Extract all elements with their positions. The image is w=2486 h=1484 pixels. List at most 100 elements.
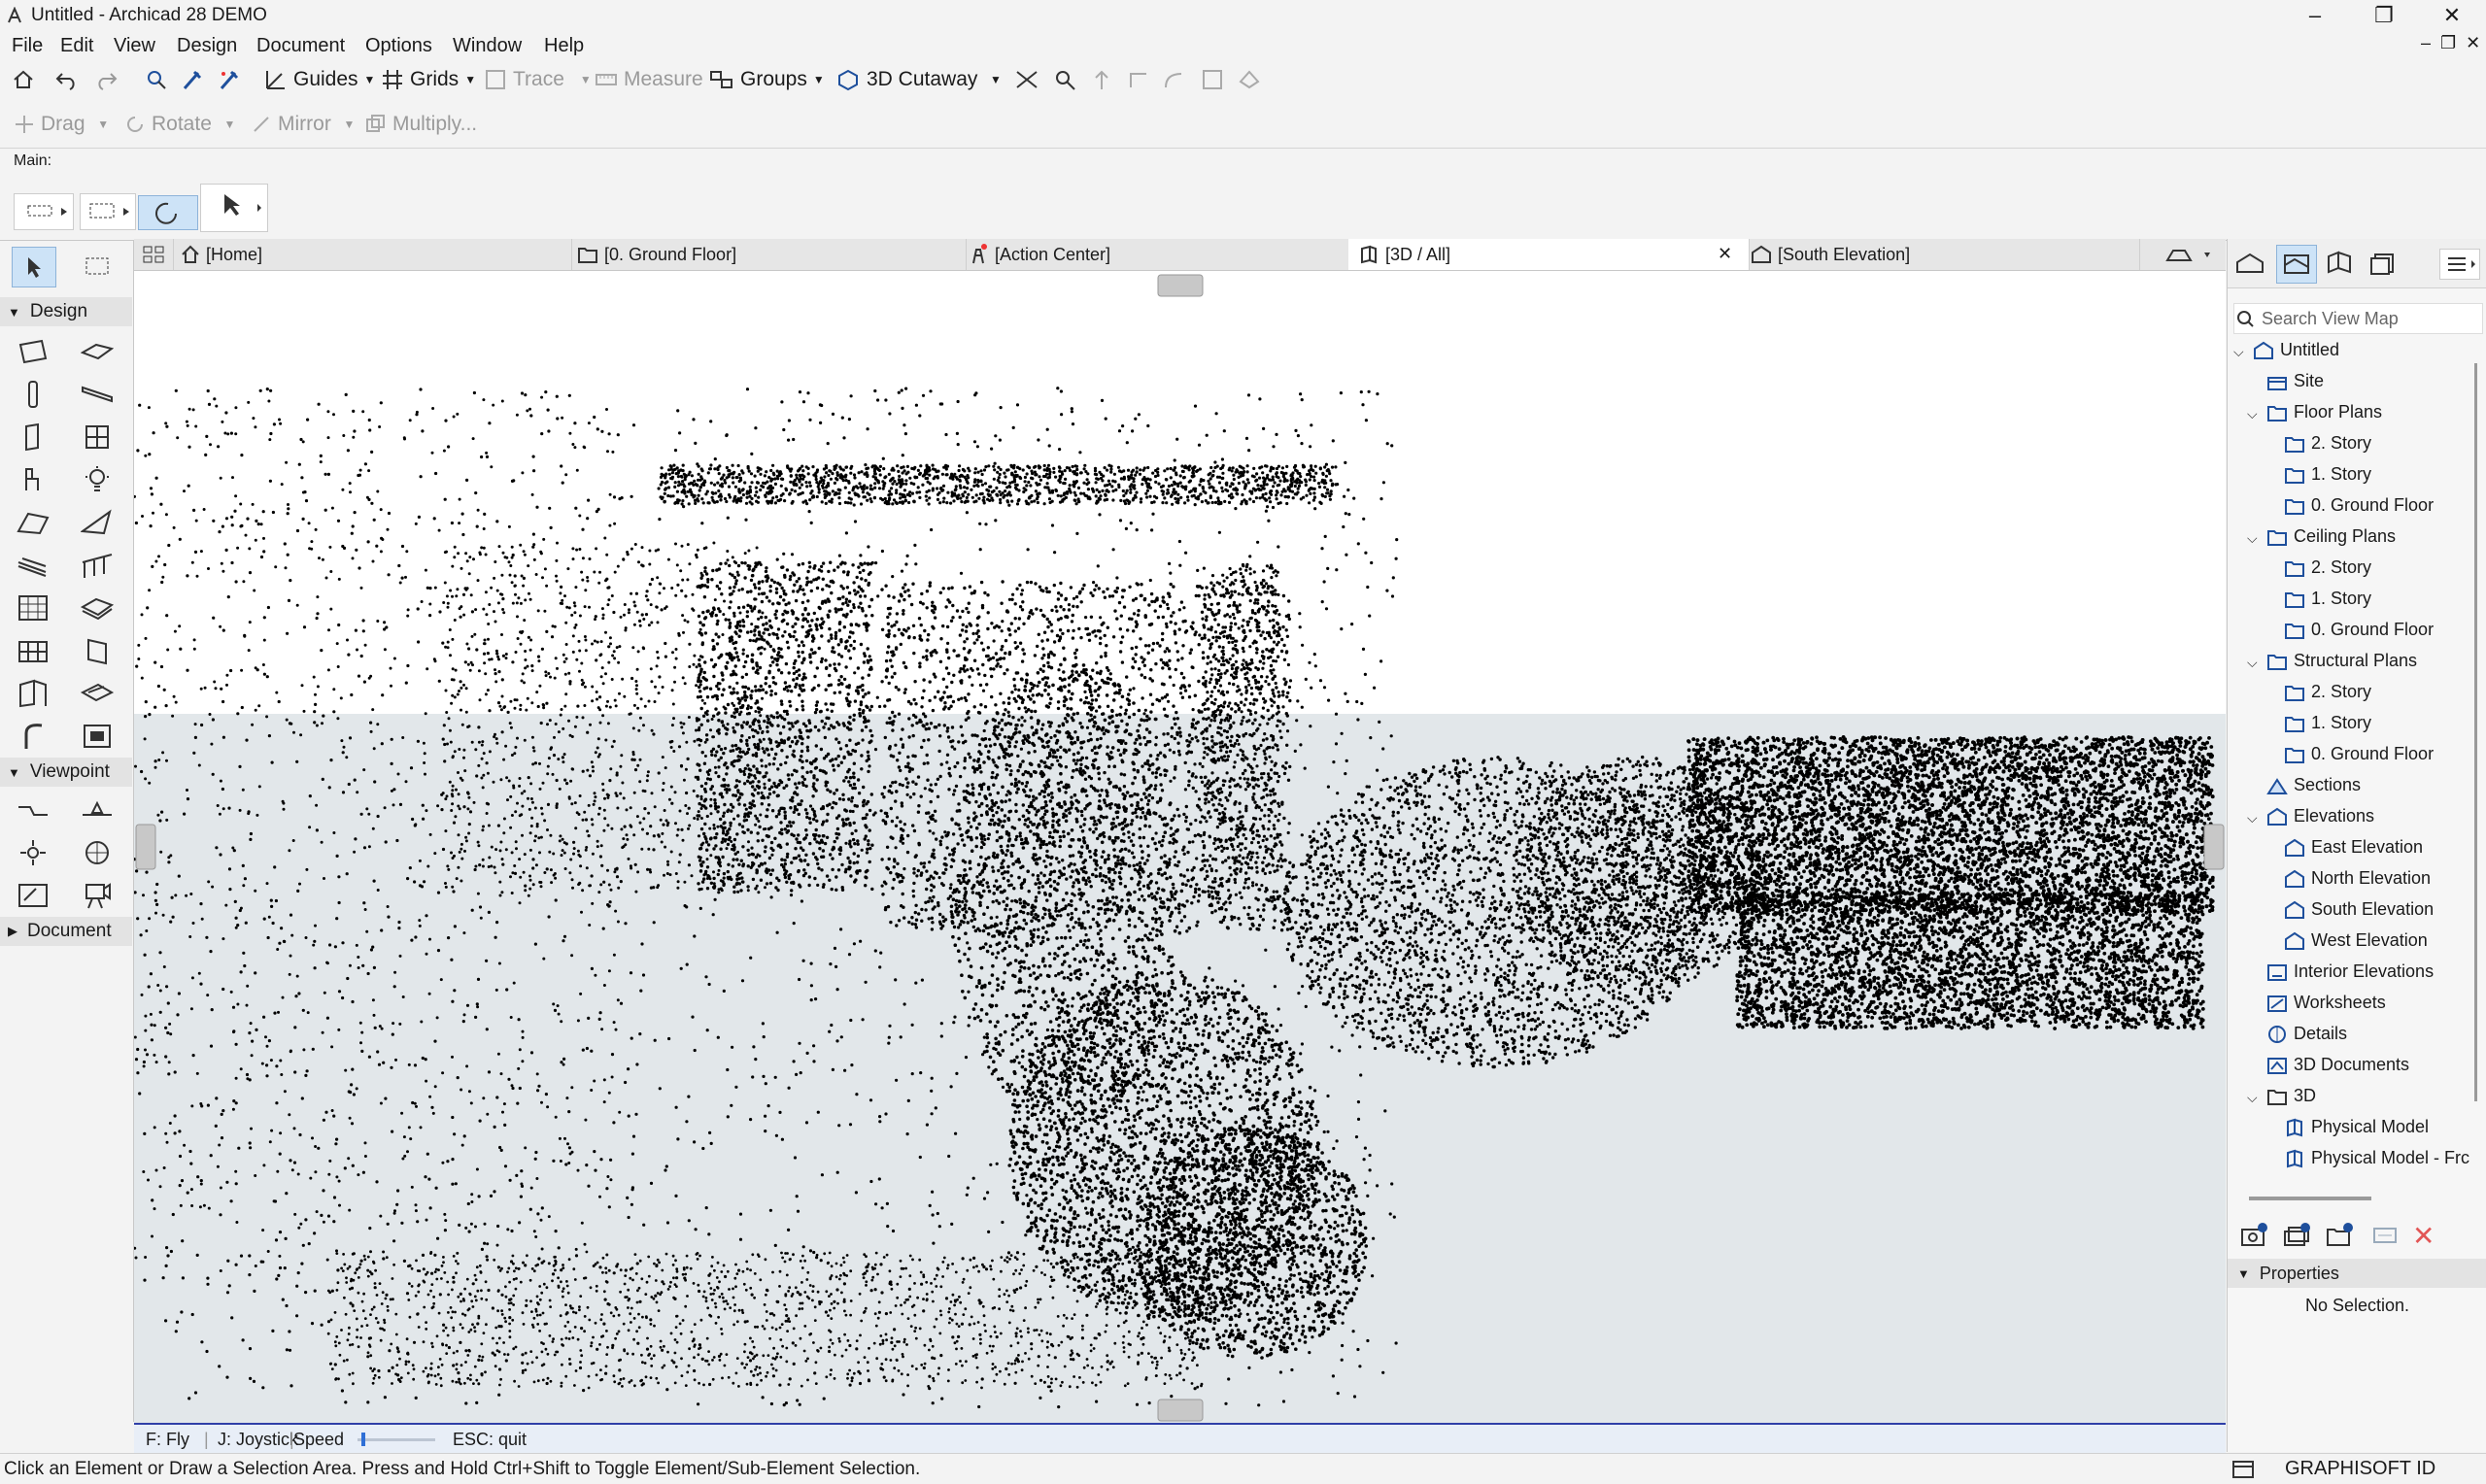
view-map-item[interactable]: Details bbox=[2266, 1024, 2347, 1044]
maximize-button[interactable]: ❐ bbox=[2353, 0, 2415, 31]
close-tab-icon[interactable]: ✕ bbox=[1718, 244, 1732, 264]
marquee-tool-icon[interactable] bbox=[76, 247, 119, 286]
object-tool-icon[interactable] bbox=[12, 460, 54, 499]
view-map-search[interactable]: Search View Map bbox=[2233, 303, 2483, 334]
menu-window[interactable]: Window bbox=[453, 35, 522, 57]
view-map-item[interactable]: 2. Story bbox=[2284, 682, 2371, 702]
roof-icon[interactable] bbox=[1238, 68, 1261, 91]
tab-list-dropdown[interactable] bbox=[2155, 239, 2225, 270]
plugin-tool-icon[interactable] bbox=[76, 717, 119, 756]
pan-handle-left[interactable] bbox=[135, 824, 156, 870]
undo-icon[interactable] bbox=[54, 68, 80, 91]
roof-tool-icon[interactable] bbox=[12, 503, 54, 542]
column-tool-icon[interactable] bbox=[12, 375, 54, 414]
doc-window-controls[interactable]: – ❐ ✕ bbox=[2421, 33, 2480, 53]
tree-expander-icon[interactable]: ⌵ bbox=[2247, 810, 2258, 826]
toolbox-section-document[interactable]: ▶ Document bbox=[0, 917, 132, 946]
curtain-wall-tool-icon[interactable] bbox=[12, 589, 54, 627]
speed-slider[interactable] bbox=[358, 1433, 435, 1446]
menu-view[interactable]: View bbox=[114, 35, 155, 57]
delete-icon[interactable]: ✕ bbox=[2412, 1220, 2435, 1252]
selection-method-button[interactable] bbox=[14, 193, 74, 230]
view-map-item[interactable]: Interior Elevations bbox=[2266, 961, 2434, 982]
find-select-icon[interactable] bbox=[144, 68, 169, 91]
tree-expander-icon[interactable]: ⌵ bbox=[2247, 406, 2258, 422]
view-map-item[interactable]: West Elevation bbox=[2284, 930, 2428, 951]
toolbox-section-design[interactable]: ▼ Design bbox=[0, 297, 132, 326]
tree-expander-icon[interactable]: ⌵ bbox=[2247, 655, 2258, 671]
tab-south-elevation[interactable]: [South Elevation] bbox=[1741, 239, 2140, 270]
menu-file[interactable]: File bbox=[12, 35, 43, 57]
fly-mode-hint[interactable]: F: Fly bbox=[146, 1430, 189, 1450]
tab-3d-all[interactable]: [3D / All] ✕ bbox=[1348, 239, 1750, 270]
view-map-item[interactable]: South Elevation bbox=[2284, 899, 2434, 920]
properties-header[interactable]: ▼ Properties bbox=[2228, 1259, 2486, 1288]
trace-button[interactable]: Trace ▼ bbox=[484, 68, 592, 91]
3d-viewport[interactable] bbox=[134, 271, 2226, 1423]
trim-icon[interactable] bbox=[1014, 68, 1039, 91]
lamp-tool-icon[interactable] bbox=[76, 460, 119, 499]
pan-handle-right[interactable] bbox=[2203, 824, 2225, 870]
grids-button[interactable]: Grids ▼ bbox=[381, 68, 476, 91]
interior-elevation-tool-icon[interactable] bbox=[12, 833, 54, 872]
view-map-item[interactable]: 0. Ground Floor bbox=[2284, 620, 2434, 640]
view-map-item[interactable]: Floor Plans bbox=[2266, 402, 2382, 422]
view-map-item[interactable]: Worksheets bbox=[2266, 993, 2386, 1013]
rotation-toggle-icon[interactable] bbox=[138, 195, 198, 230]
home-icon[interactable] bbox=[12, 68, 35, 91]
multiply-button[interactable]: Multiply... bbox=[365, 113, 477, 136]
window-tool-icon[interactable] bbox=[76, 418, 119, 456]
new-folder-icon[interactable] bbox=[2325, 1222, 2354, 1249]
view-map-item[interactable]: Physical Model - Frc bbox=[2284, 1148, 2469, 1168]
view-map-item[interactable]: Site bbox=[2266, 371, 2324, 391]
mesh-tool-icon[interactable] bbox=[76, 589, 119, 627]
tree-expander-icon[interactable]: ⌵ bbox=[2247, 1090, 2258, 1106]
view-map-item[interactable]: Structural Plans bbox=[2266, 651, 2417, 671]
door-tool-icon[interactable] bbox=[12, 418, 54, 456]
section-tool-icon[interactable] bbox=[12, 791, 54, 829]
project-map-icon[interactable] bbox=[2235, 251, 2265, 276]
view-map-item[interactable]: 3D bbox=[2266, 1086, 2316, 1106]
navigator-menu-icon[interactable] bbox=[2439, 249, 2480, 280]
tab-action-center[interactable]: [Action Center] bbox=[958, 239, 1357, 270]
view-map-item[interactable]: 1. Story bbox=[2284, 713, 2371, 733]
morph-tool-icon[interactable] bbox=[12, 631, 54, 670]
view-map-item[interactable]: 1. Story bbox=[2284, 464, 2371, 485]
menu-edit[interactable]: Edit bbox=[60, 35, 93, 57]
skylight-tool-icon[interactable] bbox=[12, 674, 54, 713]
arrow-tool-icon[interactable] bbox=[12, 247, 56, 287]
redo-icon[interactable] bbox=[93, 68, 119, 91]
view-map-item[interactable]: Sections bbox=[2266, 775, 2361, 795]
railing-tool-icon[interactable] bbox=[76, 546, 119, 585]
menu-help[interactable]: Help bbox=[544, 35, 584, 57]
publisher-sets-icon[interactable] bbox=[2369, 251, 2399, 276]
tab-ground-floor[interactable]: [0. Ground Floor] bbox=[567, 239, 967, 270]
slab-tool-icon[interactable] bbox=[76, 332, 119, 371]
view-settings-icon[interactable] bbox=[2371, 1224, 2399, 1247]
view-map-item[interactable]: 3D Documents bbox=[2266, 1055, 2409, 1075]
split-icon[interactable] bbox=[1053, 68, 1078, 91]
tree-scrollbar[interactable] bbox=[2474, 363, 2477, 1101]
speed-slider-knob[interactable] bbox=[361, 1433, 365, 1446]
clone-view-icon[interactable] bbox=[2282, 1222, 2311, 1249]
view-map-item[interactable]: Physical Model bbox=[2284, 1117, 2429, 1137]
intersect-icon[interactable] bbox=[1127, 68, 1150, 91]
marquee-type-button[interactable] bbox=[80, 193, 136, 230]
adjust-icon[interactable] bbox=[1090, 68, 1113, 91]
view-map-item[interactable]: North Elevation bbox=[2284, 868, 2431, 889]
graphisoft-id-link[interactable]: GRAPHISOFT ID bbox=[2285, 1458, 2435, 1480]
view-map-item[interactable]: 2. Story bbox=[2284, 433, 2371, 454]
opening-tool-icon[interactable] bbox=[76, 674, 119, 713]
pan-handle-bottom[interactable] bbox=[1157, 1399, 1204, 1422]
toolbox-section-viewpoint[interactable]: ▼ Viewpoint bbox=[0, 758, 132, 787]
groups-button[interactable]: Groups ▼ bbox=[709, 68, 825, 91]
tree-expander-icon[interactable]: ⌵ bbox=[2233, 344, 2244, 360]
worksheet-tool-icon[interactable] bbox=[76, 833, 119, 872]
beam-tool-icon[interactable] bbox=[76, 375, 119, 414]
tab-home[interactable]: [Home] bbox=[175, 239, 572, 270]
tree-horizontal-scrollbar[interactable] bbox=[2249, 1197, 2371, 1200]
measure-button[interactable]: Measure bbox=[595, 68, 703, 91]
view-map-item[interactable]: East Elevation bbox=[2284, 837, 2423, 858]
view-map-item[interactable]: 0. Ground Floor bbox=[2284, 744, 2434, 764]
point-cloud-canvas[interactable] bbox=[134, 271, 2226, 1423]
